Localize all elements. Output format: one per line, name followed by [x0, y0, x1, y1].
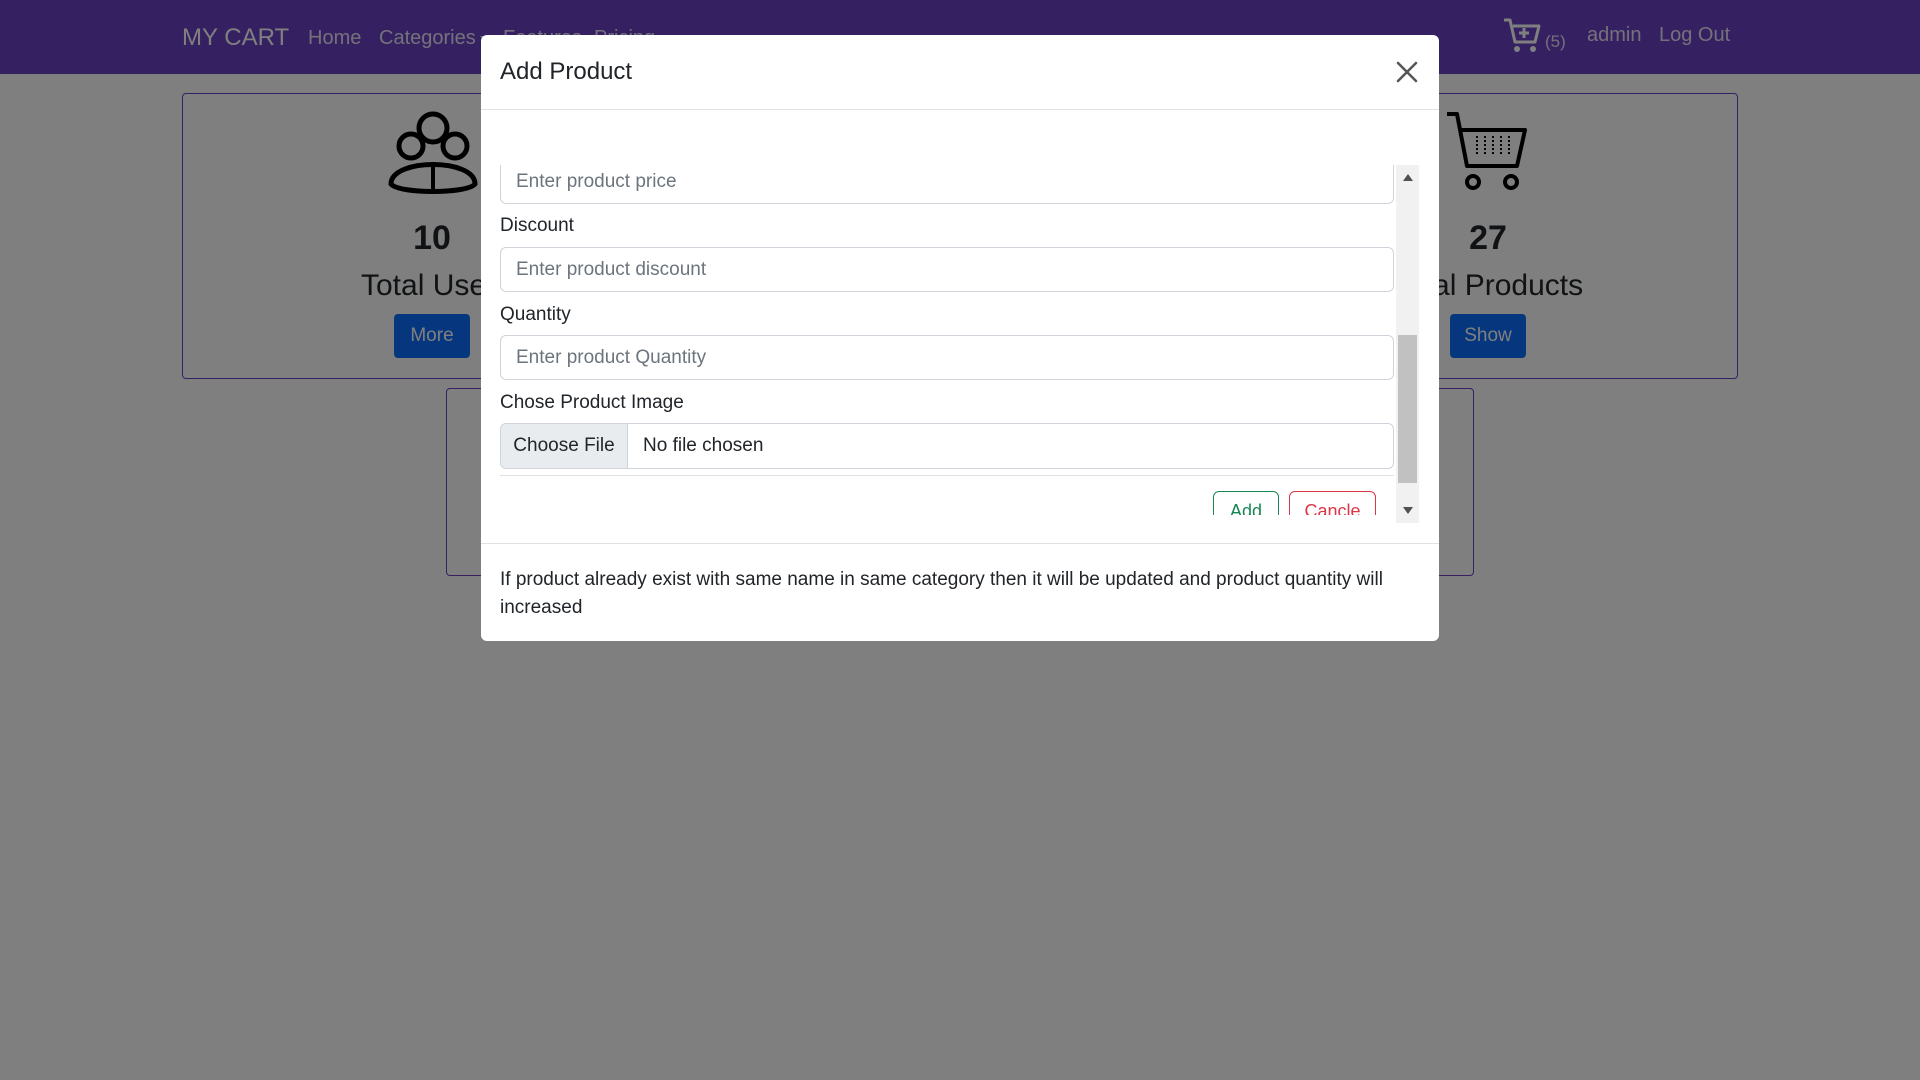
modal-title: Add Product: [500, 58, 633, 85]
form-scroll-area[interactable]: Enter product price Discount Enter produ…: [500, 165, 1410, 515]
form-scrollbar[interactable]: [1396, 165, 1419, 523]
discount-input[interactable]: Enter product discount: [500, 247, 1394, 292]
discount-label: Discount: [500, 215, 574, 236]
price-input[interactable]: Enter product price: [500, 165, 1394, 204]
form-divider: [500, 475, 1394, 476]
modal-footer: If product already exist with same name …: [481, 543, 1439, 641]
quantity-input[interactable]: Enter product Quantity: [500, 335, 1394, 380]
close-icon[interactable]: [1392, 57, 1422, 87]
file-status: No file chosen: [643, 435, 764, 456]
scroll-down-icon[interactable]: [1403, 507, 1413, 514]
image-label: Chose Product Image: [500, 392, 684, 413]
quantity-label: Quantity: [500, 304, 571, 325]
modal-body: Enter product price Discount Enter produ…: [481, 111, 1439, 543]
scrollbar-thumb[interactable]: [1398, 335, 1417, 483]
add-button[interactable]: Add: [1213, 491, 1279, 515]
cancel-button[interactable]: Cancle: [1289, 491, 1376, 515]
footer-note: If product already exist with same name …: [500, 569, 1383, 618]
product-image-file-input[interactable]: Choose File No file chosen: [500, 423, 1394, 469]
choose-file-button[interactable]: Choose File: [501, 424, 628, 468]
add-product-modal: Add Product Enter product price Discount…: [481, 35, 1439, 641]
modal-header: Add Product: [481, 35, 1439, 110]
scroll-up-icon[interactable]: [1403, 174, 1413, 181]
